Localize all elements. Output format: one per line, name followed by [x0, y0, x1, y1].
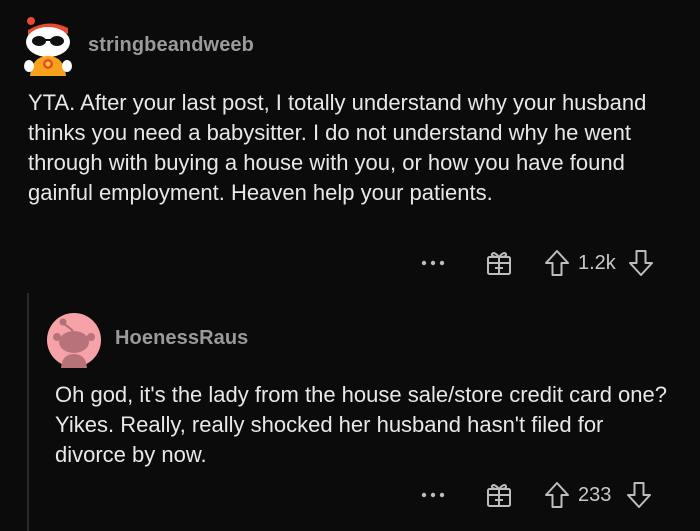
comment-1: stringbeandweeb YTA. After your last pos… [0, 0, 700, 290]
comment-actions: 1.2k [418, 248, 656, 278]
avatar[interactable] [20, 16, 76, 76]
default-snoo-avatar-icon [47, 313, 101, 368]
vote-score: 1.2k [578, 251, 616, 274]
username[interactable]: HoenessRaus [115, 327, 248, 350]
downvote-arrow-icon[interactable] [624, 480, 654, 510]
username[interactable]: stringbeandweeb [88, 34, 254, 57]
comment-actions: 233 [418, 480, 654, 510]
downvote-arrow-icon[interactable] [626, 248, 656, 278]
comment-body: YTA. After your last post, I totally und… [28, 90, 647, 205]
more-options-icon[interactable] [418, 248, 448, 278]
gift-award-icon[interactable] [484, 480, 514, 510]
more-options-icon[interactable] [418, 480, 448, 510]
upvote-arrow-icon[interactable] [542, 248, 572, 278]
avatar[interactable] [46, 312, 102, 368]
gift-award-icon[interactable] [484, 248, 514, 278]
upvote-arrow-icon[interactable] [542, 480, 572, 510]
snoo-sunglasses-avatar-icon [24, 17, 72, 76]
vote-score: 233 [578, 483, 612, 506]
comment-body: Oh god, it's the lady from the house sal… [55, 382, 667, 467]
